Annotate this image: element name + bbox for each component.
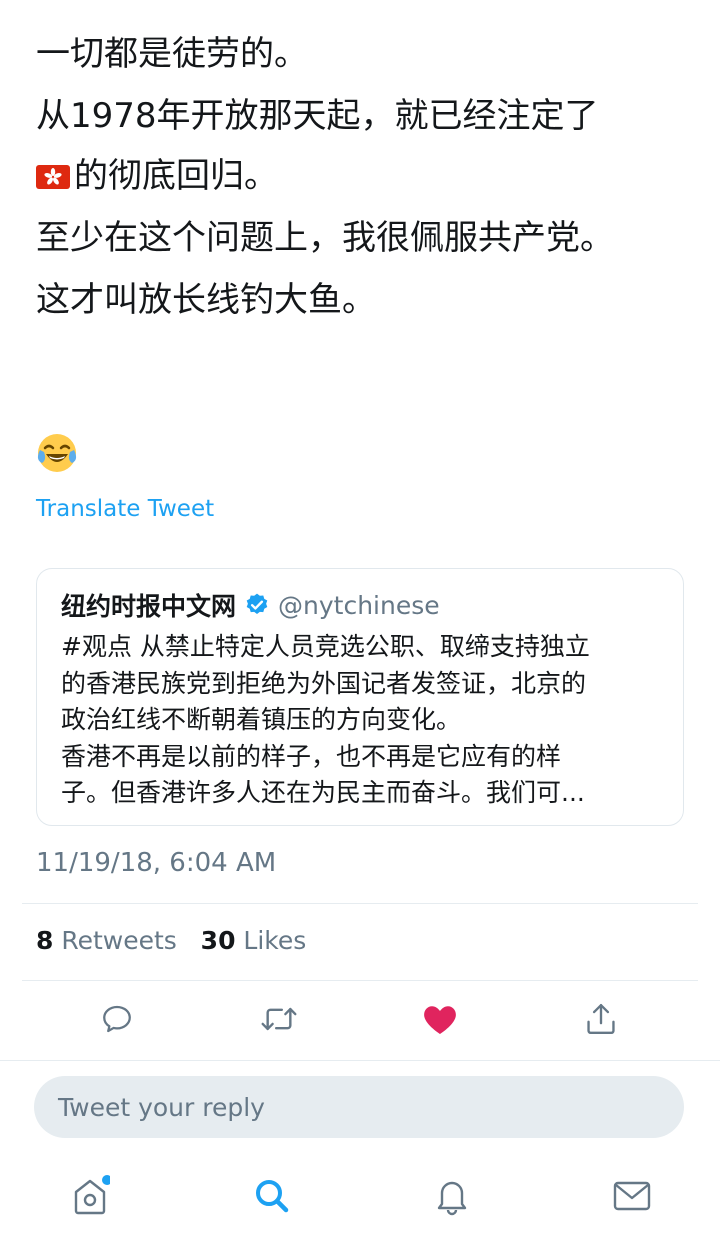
tweet-paragraph-text: 的彻底回归。 <box>74 156 278 196</box>
tweet-timestamp[interactable]: 11/19/18, 6:04 AM <box>36 848 276 878</box>
reply-icon <box>103 1005 131 1033</box>
verified-badge-icon <box>244 592 270 618</box>
retweet-count: 8 <box>36 926 54 955</box>
quoted-display-name: 纽约时报中文网 <box>61 592 237 621</box>
divider <box>0 1060 720 1061</box>
retweet-button[interactable] <box>256 996 302 1042</box>
retweet-icon <box>261 1007 297 1031</box>
laughing-emoji-icon <box>36 432 78 478</box>
quoted-text-line: 政治红线不断朝着镇压的方向变化。 <box>61 705 462 734</box>
divider <box>22 903 698 904</box>
tab-search[interactable] <box>248 1172 296 1220</box>
home-icon <box>74 1175 110 1215</box>
quoted-text-line: #观点 从禁止特定人员竞选公职、取缔支持独立 <box>61 632 590 661</box>
quoted-text-line: 的香港民族党到拒绝为外国记者发签证，北京的 <box>61 668 587 698</box>
quoted-tweet-text: #观点 从禁止特定人员竞选公职、取缔支持独立 的香港民族党到拒绝为外国记者发签证… <box>61 629 663 812</box>
like-button[interactable] <box>417 996 463 1042</box>
reply-input[interactable]: Tweet your reply <box>34 1076 684 1138</box>
likes-stat[interactable]: 30 Likes <box>201 926 307 955</box>
tweet-paragraph: 一切都是徒劳的。 <box>36 24 684 84</box>
tweet-paragraph: 从1978年开放那天起，就已经注定了 的彻底回归。 <box>36 86 684 206</box>
retweets-stat[interactable]: 8 Retweets <box>36 926 177 955</box>
tweet-paragraph-text: 一切都是徒劳的。 <box>36 34 308 74</box>
like-count: 30 <box>200 926 236 955</box>
tweet-paragraph-text: 从1978年开放那天起，就已经注定了 <box>36 96 599 136</box>
tweet-paragraph: 这才叫放长线钓大鱼。 <box>36 270 684 330</box>
quoted-text-line: 子。但香港许多人还在为民主而奋斗。我们可... <box>61 778 585 807</box>
bottom-tab-bar <box>0 1160 720 1230</box>
tweet-text: 一切都是徒劳的。 从1978年开放那天起，就已经注定了 的彻底回归。 至少在这个… <box>36 24 684 332</box>
hong-kong-flag-icon <box>36 165 70 189</box>
bell-icon <box>437 1181 467 1216</box>
divider <box>22 980 698 981</box>
quoted-tweet-card[interactable]: 纽约时报中文网 @nytchinese #观点 从禁止特定人员竞选公职、取缔支持… <box>36 568 684 826</box>
mail-icon <box>613 1181 651 1211</box>
tab-messages[interactable] <box>608 1172 656 1220</box>
tab-home[interactable] <box>66 1172 114 1220</box>
quoted-tweet-header: 纽约时报中文网 @nytchinese <box>61 587 440 623</box>
quoted-text-line: 香港不再是以前的样子，也不再是它应有的样 <box>61 741 562 771</box>
tweet-paragraph-text: 至少在这个问题上，我很佩服共产党。 <box>36 218 614 258</box>
tweet-actions <box>0 996 720 1042</box>
translate-tweet-link[interactable]: Translate Tweet <box>36 496 214 522</box>
quoted-handle: @nytchinese <box>278 590 440 620</box>
share-button[interactable] <box>578 996 624 1042</box>
reply-button[interactable] <box>94 996 140 1042</box>
reply-placeholder: Tweet your reply <box>58 1092 265 1122</box>
share-icon <box>587 1003 615 1035</box>
retweet-label: Retweets <box>61 926 177 955</box>
tweet-paragraph: 至少在这个问题上，我很佩服共产党。 <box>36 208 684 268</box>
tab-notifications[interactable] <box>428 1172 476 1220</box>
like-label: Likes <box>243 926 307 955</box>
tweet-paragraph-text: 这才叫放长线钓大鱼。 <box>36 280 376 320</box>
search-icon <box>256 1180 289 1213</box>
heart-icon <box>424 1006 456 1034</box>
engagement-stats: 8 Retweets 30 Likes <box>36 926 306 955</box>
